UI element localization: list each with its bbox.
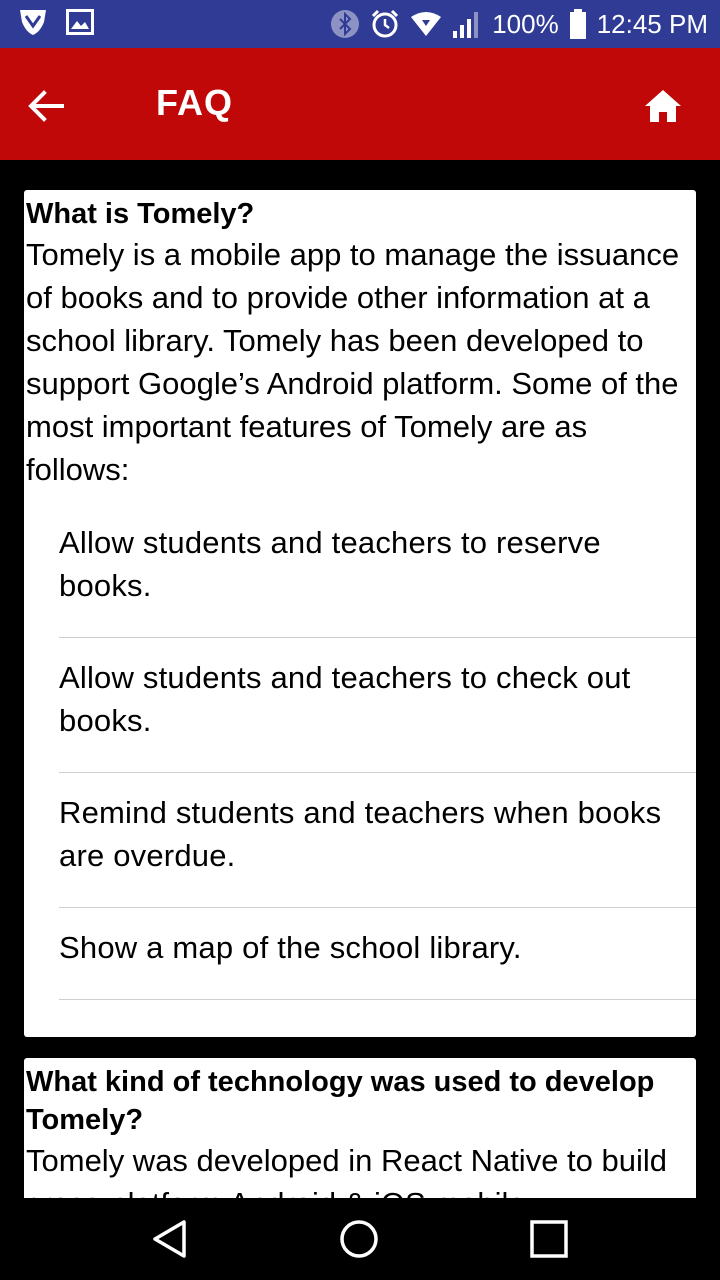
signal-icon	[452, 9, 482, 39]
faq-answer: Tomely was developed in React Native to …	[26, 1143, 668, 1198]
list-item: Show a map of the school library.	[59, 908, 696, 1000]
faq-question: What is Tomely?	[26, 198, 255, 230]
home-button[interactable]	[644, 88, 682, 124]
page-title: FAQ	[156, 82, 234, 123]
nav-recents-button[interactable]	[528, 1218, 570, 1260]
alarm-icon	[370, 9, 400, 39]
faq-card: What kind of technology was used to deve…	[24, 1058, 696, 1198]
nav-back-button[interactable]	[150, 1218, 192, 1260]
list-item: Remind students and teachers when books …	[59, 773, 696, 908]
battery-percent: 100%	[492, 8, 559, 39]
list-item: Allow students and teachers to check out…	[59, 638, 696, 773]
clock: 12:45 PM	[596, 8, 708, 39]
nav-home-button[interactable]	[338, 1218, 380, 1260]
status-bar: 100% 12:45 PM	[0, 0, 720, 48]
recents-square-icon	[530, 1220, 568, 1258]
list-item: Allow students and teachers to reserve b…	[59, 503, 696, 638]
faq-question: What kind of technology was used to deve…	[26, 1066, 655, 1136]
image-icon	[66, 8, 94, 40]
faq-answer: Tomely is a mobile app to manage the iss…	[26, 237, 680, 487]
home-circle-icon	[340, 1220, 378, 1258]
faq-card: What is Tomely? Tomely is a mobile app t…	[24, 190, 696, 1037]
back-triangle-icon	[153, 1220, 186, 1258]
wifi-icon	[410, 11, 442, 37]
app-header: FAQ	[0, 48, 720, 160]
arrow-left-icon	[28, 90, 64, 122]
battery-icon	[569, 9, 587, 39]
feature-list: Allow students and teachers to reserve b…	[59, 503, 696, 1000]
back-button[interactable]	[26, 86, 66, 126]
shield-icon	[18, 8, 48, 41]
home-icon	[645, 90, 681, 122]
navigation-bar	[0, 1198, 720, 1280]
faq-list[interactable]: What is Tomely? Tomely is a mobile app t…	[0, 160, 720, 1198]
bluetooth-icon	[330, 9, 360, 39]
